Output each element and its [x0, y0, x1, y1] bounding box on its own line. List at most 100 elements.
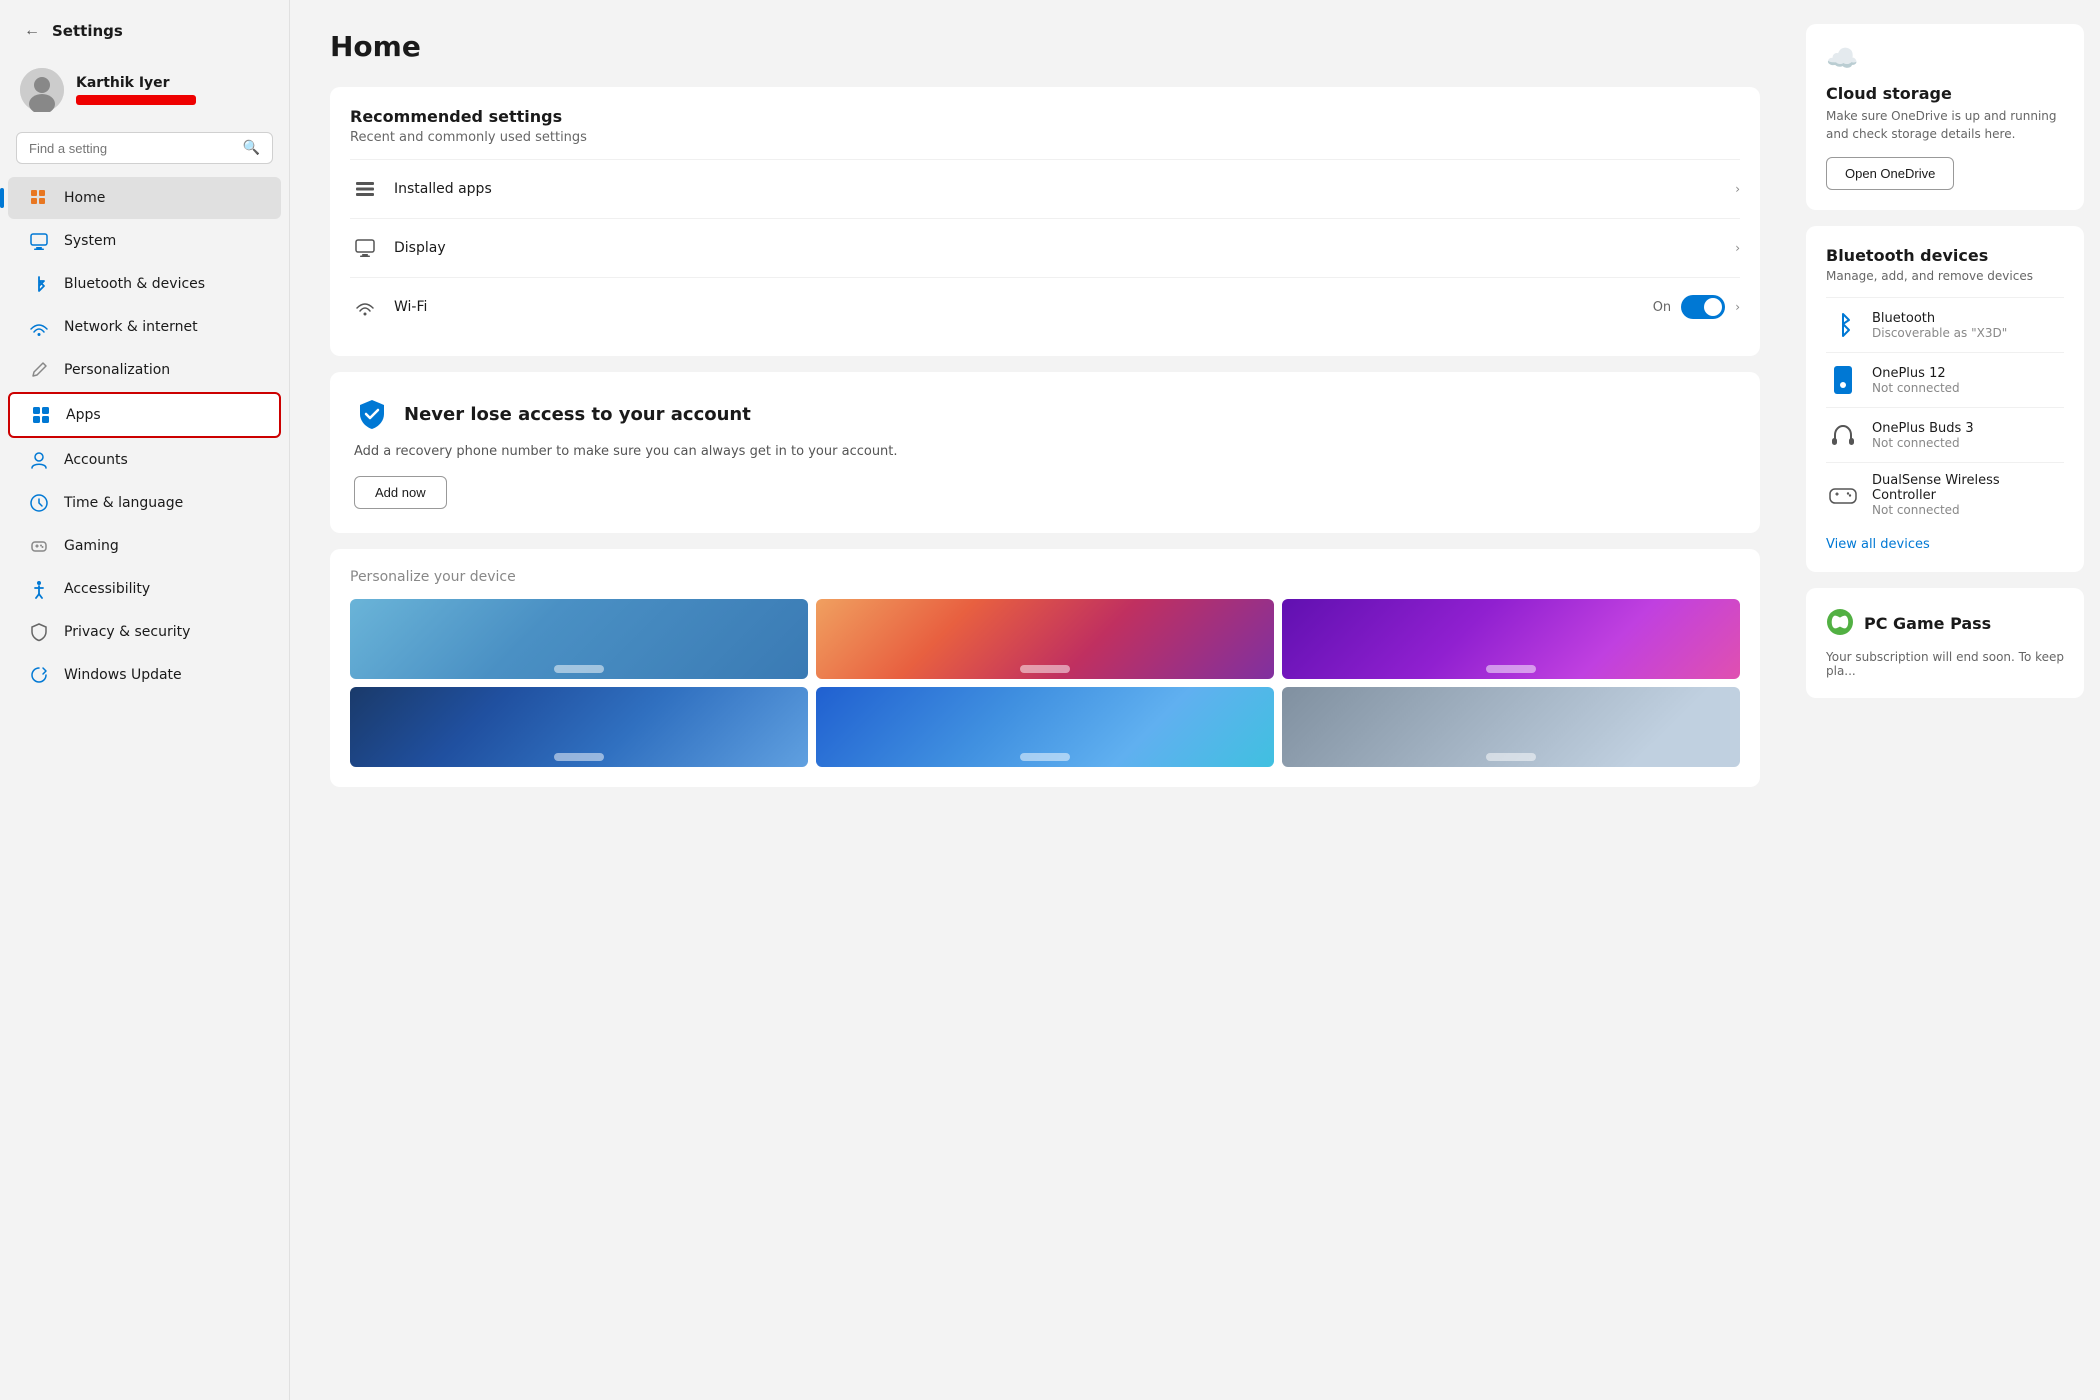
controller-icon: [1826, 478, 1860, 512]
wallpaper-thumb-2[interactable]: [816, 599, 1274, 679]
recommended-settings-card: Recommended settings Recent and commonly…: [330, 87, 1760, 356]
page-title: Home: [330, 30, 1760, 63]
sidebar-item-update[interactable]: Windows Update: [8, 654, 281, 696]
sidebar-item-label: Time & language: [64, 495, 183, 511]
xbox-icon: [1826, 608, 1854, 642]
sidebar-item-label: Network & internet: [64, 319, 198, 335]
taskbar-preview: [554, 665, 604, 673]
user-name: Karthik Iyer: [76, 75, 196, 91]
personalize-card: Personalize your device: [330, 549, 1760, 787]
taskbar-preview: [1486, 665, 1536, 673]
shield-icon: [354, 396, 390, 432]
sidebar-item-network[interactable]: Network & internet: [8, 306, 281, 348]
oneplus12-name: OnePlus 12: [1872, 366, 2064, 381]
cloud-storage-title: Cloud storage: [1826, 84, 2064, 103]
wifi-toggle[interactable]: [1681, 295, 1725, 319]
open-onedrive-button[interactable]: Open OneDrive: [1826, 157, 1954, 190]
sidebar-item-bluetooth[interactable]: Bluetooth & devices: [8, 263, 281, 305]
installed-apps-icon: [350, 174, 380, 204]
buds-status: Not connected: [1872, 436, 2064, 450]
sidebar-item-accounts[interactable]: Accounts: [8, 439, 281, 481]
add-now-button[interactable]: Add now: [354, 476, 447, 509]
chevron-right-icon: ›: [1735, 182, 1740, 196]
wallpaper-thumb-6[interactable]: [1282, 687, 1740, 767]
recommended-subtitle: Recent and commonly used settings: [350, 130, 1740, 145]
installed-apps-right: ›: [1735, 182, 1740, 196]
cloud-storage-header: ☁️: [1826, 44, 2064, 74]
sidebar: ← Settings Karthik Iyer 🔍: [0, 0, 290, 1400]
home-icon: [28, 187, 50, 209]
sidebar-item-label: Bluetooth & devices: [64, 276, 205, 292]
search-input[interactable]: [29, 141, 235, 156]
wallpaper-thumb-5[interactable]: [816, 687, 1274, 767]
wallpaper-thumb-4[interactable]: [350, 687, 808, 767]
security-title: Never lose access to your account: [404, 404, 751, 425]
bt-device-buds[interactable]: OnePlus Buds 3 Not connected: [1826, 407, 2064, 462]
display-right: ›: [1735, 241, 1740, 255]
sidebar-item-label: Apps: [66, 407, 101, 423]
view-all-devices-link[interactable]: View all devices: [1826, 537, 2064, 552]
wifi-label: Wi-Fi: [394, 299, 1639, 315]
buds-info: OnePlus Buds 3 Not connected: [1872, 421, 2064, 450]
bluetooth-device-info: Bluetooth Discoverable as "X3D": [1872, 311, 2064, 340]
installed-apps-label: Installed apps: [394, 181, 1721, 197]
sidebar-item-apps[interactable]: Apps: [8, 392, 281, 438]
main-content: Home Recommended settings Recent and com…: [290, 0, 1790, 1400]
user-email-redacted: [76, 95, 196, 105]
dualsense-name: DualSense Wireless Controller: [1872, 473, 2064, 503]
sidebar-item-time[interactable]: Time & language: [8, 482, 281, 524]
system-icon: [28, 230, 50, 252]
update-icon: [28, 664, 50, 686]
sidebar-header: ← Settings: [0, 0, 289, 58]
gaming-icon: [28, 535, 50, 557]
search-icon: 🔍: [243, 140, 260, 156]
bt-device-oneplus12[interactable]: OnePlus 12 Not connected: [1826, 352, 2064, 407]
installed-apps-row[interactable]: Installed apps ›: [350, 159, 1740, 218]
display-row[interactable]: Display ›: [350, 218, 1740, 277]
security-header: Never lose access to your account: [354, 396, 1736, 432]
dualsense-info: DualSense Wireless Controller Not connec…: [1872, 473, 2064, 517]
sidebar-item-personalization[interactable]: Personalization: [8, 349, 281, 391]
bluetooth-devices-card: Bluetooth devices Manage, add, and remov…: [1806, 226, 2084, 572]
sidebar-item-label: Gaming: [64, 538, 119, 554]
user-info: Karthik Iyer: [76, 75, 196, 105]
sidebar-item-gaming[interactable]: Gaming: [8, 525, 281, 567]
wifi-row[interactable]: Wi-Fi On ›: [350, 277, 1740, 336]
buds-name: OnePlus Buds 3: [1872, 421, 2064, 436]
sidebar-item-label: Windows Update: [64, 667, 182, 683]
accessibility-icon: [28, 578, 50, 600]
cloud-icon: ☁️: [1826, 44, 1858, 74]
taskbar-preview: [1020, 753, 1070, 761]
network-icon: [28, 316, 50, 338]
security-card: Never lose access to your account Add a …: [330, 372, 1760, 533]
active-indicator: [0, 188, 4, 208]
personalization-icon: [28, 359, 50, 381]
sidebar-item-accessibility[interactable]: Accessibility: [8, 568, 281, 610]
phone-icon: [1826, 363, 1860, 397]
bluetooth-section-title: Bluetooth devices: [1826, 246, 2064, 265]
bt-device-bluetooth[interactable]: Bluetooth Discoverable as "X3D": [1826, 297, 2064, 352]
sidebar-item-home[interactable]: Home: [8, 177, 281, 219]
cloud-storage-card: ☁️ Cloud storage Make sure OneDrive is u…: [1806, 24, 2084, 210]
personalize-title: Personalize your device: [350, 569, 1740, 585]
taskbar-preview: [1020, 665, 1070, 673]
wallpaper-thumb-3[interactable]: [1282, 599, 1740, 679]
sidebar-title: Settings: [52, 22, 123, 40]
wallpaper-thumb-1[interactable]: [350, 599, 808, 679]
bt-device-dualsense[interactable]: DualSense Wireless Controller Not connec…: [1826, 462, 2064, 527]
chevron-right-icon: ›: [1735, 300, 1740, 314]
bluetooth-icon: [28, 273, 50, 295]
sidebar-item-label: Home: [64, 190, 105, 206]
dualsense-status: Not connected: [1872, 503, 2064, 517]
back-button[interactable]: ←: [20, 18, 44, 44]
bluetooth-section-desc: Manage, add, and remove devices: [1826, 269, 2064, 283]
user-section[interactable]: Karthik Iyer: [0, 58, 289, 128]
chevron-right-icon: ›: [1735, 241, 1740, 255]
sidebar-item-privacy[interactable]: Privacy & security: [8, 611, 281, 653]
sidebar-item-system[interactable]: System: [8, 220, 281, 262]
right-panel: ☁️ Cloud storage Make sure OneDrive is u…: [1790, 0, 2100, 1400]
wifi-right[interactable]: On ›: [1653, 295, 1740, 319]
search-box[interactable]: 🔍: [16, 132, 273, 164]
accounts-icon: [28, 449, 50, 471]
headphones-icon: [1826, 418, 1860, 452]
